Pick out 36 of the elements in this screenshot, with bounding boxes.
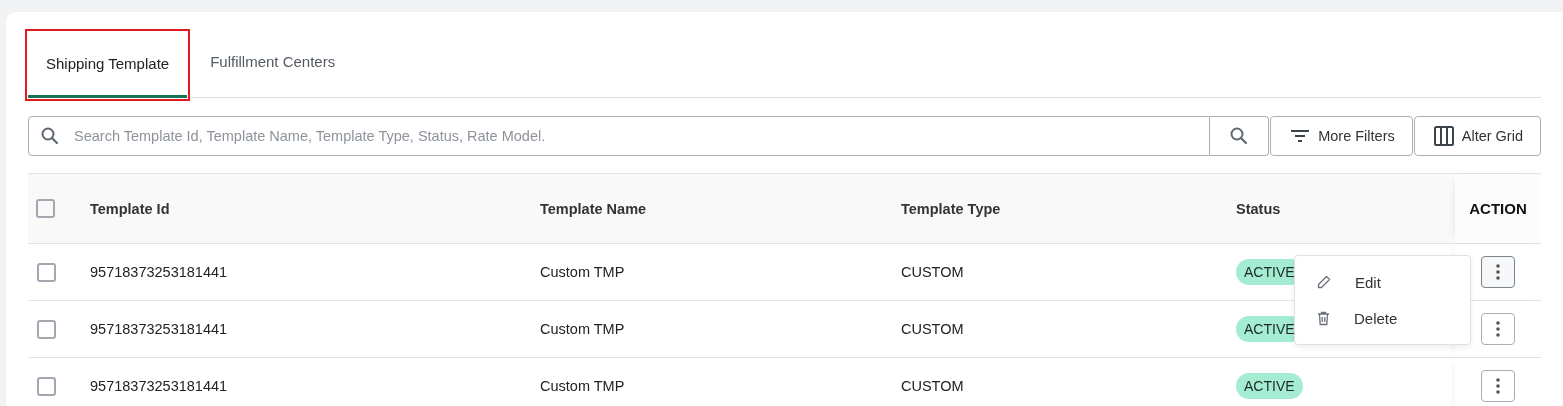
table-cell: 95718373253181441 [90, 378, 228, 394]
more-options-button[interactable] [1481, 256, 1515, 288]
more-options-button[interactable] [1481, 313, 1515, 345]
alter-grid-button[interactable]: Alter Grid [1413, 116, 1541, 156]
table-cell: CUSTOM [901, 378, 964, 394]
more-icon [1496, 378, 1500, 394]
column-header: Template Name [540, 200, 647, 217]
tab[interactable]: Fulfillment Centers [193, 31, 353, 95]
table-cell: 95718373253181441 [90, 264, 228, 280]
more-options-button[interactable] [1481, 370, 1515, 402]
row-checkbox[interactable] [37, 262, 56, 282]
search-icon [1230, 127, 1249, 145]
more-icon [1496, 321, 1500, 337]
table-cell: 95718373253181441 [90, 321, 228, 337]
pencil-icon [1317, 275, 1331, 289]
column-header: Status [1236, 200, 1281, 217]
more-icon [1496, 264, 1500, 280]
tab[interactable]: Shipping Template [28, 32, 188, 98]
row-checkbox[interactable] [37, 319, 56, 339]
column-header: Template Type [901, 200, 1001, 217]
columns-icon [1433, 126, 1454, 146]
table-cell: Custom TMP [540, 378, 625, 394]
table-cell: Custom TMP [540, 321, 625, 337]
search-button[interactable] [1210, 116, 1270, 156]
column-header: Template Id [90, 200, 170, 217]
status-badge: ACTIVE [1236, 373, 1303, 399]
filter-icon [1290, 129, 1311, 143]
table-cell: CUSTOM [901, 321, 964, 337]
search-field[interactable]: Search Template Id, Template Name, Template Type, Status, Rate Model. [28, 116, 1211, 156]
select-all-checkbox[interactable] [36, 199, 55, 218]
more-filters-button[interactable]: More Filters [1270, 116, 1413, 156]
table-cell: Custom TMP [540, 264, 625, 280]
row-checkbox[interactable] [37, 376, 56, 396]
trash-icon [1317, 310, 1330, 326]
table-cell: CUSTOM [901, 264, 964, 280]
column-header: ACTION [1469, 200, 1527, 217]
